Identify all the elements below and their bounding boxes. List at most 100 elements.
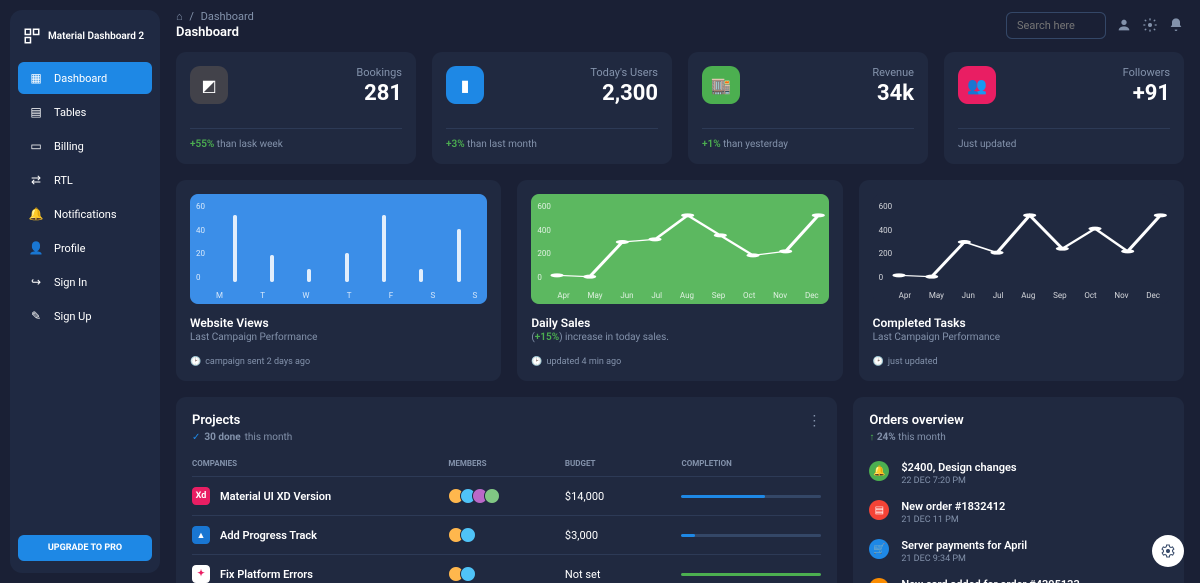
sidebar-item-label: Billing xyxy=(54,140,84,153)
main: ⌂ / Dashboard Dashboard ◩ Bookings 281 +… xyxy=(170,0,1200,583)
stat-icon: 👥 xyxy=(958,66,996,104)
stat-card-followers: 👥 Followers +91 Just updated xyxy=(944,52,1184,164)
budget-value: $14,000 xyxy=(565,490,682,503)
table-row[interactable]: Xd Material UI XD Version $14,000 xyxy=(192,476,821,515)
sidebar: Material Dashboard 2 ▦Dashboard▤Tables ▭ B… xyxy=(10,10,160,573)
timeline-icon: ▤ xyxy=(869,500,889,520)
brand[interactable]: Material Dashboard 2 xyxy=(18,22,152,50)
timeline-time: 21 DEC 9:34 PM xyxy=(901,554,1027,564)
chart-subtitle: (+15%) increase in today sales. xyxy=(531,332,828,343)
projects-done-count: 30 done xyxy=(204,432,240,443)
nav-icon: ▭ xyxy=(28,138,44,154)
search-input[interactable] xyxy=(1006,12,1106,39)
timeline-title: New order #1832412 xyxy=(901,500,1005,513)
more-icon[interactable]: ⋮ xyxy=(807,413,821,429)
clock-icon: 🕑 xyxy=(531,357,542,367)
timeline-item: 💳 New card added for order #4395133 20 D… xyxy=(869,578,1168,583)
timeline-icon: 💳 xyxy=(869,578,889,583)
timeline-item: ▤ New order #1832412 21 DEC 11 PM xyxy=(869,500,1168,525)
arrow-up-icon: ↑ xyxy=(869,432,874,443)
progress-bar xyxy=(681,495,821,498)
nav-icon: 👤 xyxy=(28,240,44,256)
stat-icon: ◩ xyxy=(190,66,228,104)
chart-card-daily-sales: 6004002000 AprMayJunJulAugSepOctNovDec D… xyxy=(517,180,842,381)
upgrade-button[interactable]: UPGRADE TO PRO xyxy=(18,535,152,561)
company-logo: Xd xyxy=(192,487,210,505)
company-name: Material UI XD Version xyxy=(220,490,331,503)
nav-icon: ↪ xyxy=(28,274,44,290)
chart-footer: 🕑 campaign sent 2 days ago xyxy=(190,357,487,367)
gear-icon[interactable] xyxy=(1142,17,1158,33)
chart-card-website-views: 6040200 MTWTFSS Website Views Last Campa… xyxy=(176,180,501,381)
orders-title: Orders overview xyxy=(869,413,1168,428)
chart-subtitle: Last Campaign Performance xyxy=(873,332,1170,343)
bell-icon[interactable] xyxy=(1168,17,1184,33)
progress-bar xyxy=(681,534,821,537)
sidebar-item-tables[interactable]: ▤Tables xyxy=(18,96,152,128)
chart-title: Website Views xyxy=(190,316,487,330)
timeline-title: $2400, Design changes xyxy=(901,461,1016,474)
account-icon[interactable] xyxy=(1116,17,1132,33)
avatar xyxy=(460,566,476,582)
stat-footer: +3% than last month xyxy=(446,128,658,150)
nav-icon: 🔔 xyxy=(28,206,44,222)
table-row[interactable]: ✦Fix Platform Errors Not set xyxy=(192,554,821,583)
company-name: Add Progress Track xyxy=(220,529,317,542)
sidebar-item-billing[interactable]: ▭ Billing xyxy=(18,130,152,162)
avatar xyxy=(484,488,500,504)
avatar xyxy=(460,527,476,543)
chart-card-completed-tasks: 6004002000 AprMayJunJulAugSepOctNovDec C… xyxy=(859,180,1184,381)
breadcrumb: ⌂ / Dashboard xyxy=(176,10,254,23)
chart-subtitle: Last Campaign Performance xyxy=(190,332,487,343)
sidebar-item-label: Tables xyxy=(54,106,86,119)
charts-row: 6040200 MTWTFSS Website Views Last Campa… xyxy=(176,180,1184,381)
members-avatars xyxy=(448,488,565,504)
projects-title: Projects xyxy=(192,413,292,428)
nav-icon: ▦ xyxy=(28,70,44,86)
sidebar-item-label: Sign Up xyxy=(54,310,92,323)
sidebar-item-label: Notifications xyxy=(54,208,117,221)
stat-card-today-s-users: ▮ Today's Users 2,300 +3% than last mont… xyxy=(432,52,672,164)
sidebar-item-label: RTL xyxy=(54,174,73,187)
settings-fab[interactable] xyxy=(1152,535,1184,567)
company-logo: ✦ xyxy=(192,565,210,583)
chart-canvas: 6040200 MTWTFSS xyxy=(190,194,487,304)
nav-icon: ⇄ xyxy=(28,172,44,188)
timeline-title: New card added for order #4395133 xyxy=(901,578,1079,583)
progress-bar xyxy=(681,573,821,576)
sidebar-item-dashboard[interactable]: ▦Dashboard xyxy=(18,62,152,94)
timeline-time: 22 DEC 7:20 PM xyxy=(901,476,1016,486)
stats-row: ◩ Bookings 281 +55% than lask week▮ Toda… xyxy=(176,52,1184,164)
stat-footer: +55% than lask week xyxy=(190,128,402,150)
breadcrumb-current[interactable]: Dashboard xyxy=(201,10,254,23)
members-avatars xyxy=(448,527,565,543)
timeline-icon: 🛒 xyxy=(869,539,889,559)
brand-icon xyxy=(22,26,42,46)
projects-card: Projects ✓ 30 done this month ⋮ COMPANIE… xyxy=(176,397,837,583)
chart-title: Daily Sales xyxy=(531,316,828,330)
members-avatars xyxy=(448,566,565,582)
timeline-item: 🔔 $2400, Design changes 22 DEC 7:20 PM xyxy=(869,461,1168,486)
sidebar-item-profile[interactable]: 👤 Profile xyxy=(18,232,152,264)
table-row[interactable]: ▲Add Progress Track $3,000 xyxy=(192,515,821,554)
chart-title: Completed Tasks xyxy=(873,316,1170,330)
timeline-time: 21 DEC 11 PM xyxy=(901,515,1005,525)
home-icon[interactable]: ⌂ xyxy=(176,10,183,23)
stat-footer: +1% than yesterday xyxy=(702,128,914,150)
chart-footer: 🕑 just updated xyxy=(873,357,1170,367)
stat-card-bookings: ◩ Bookings 281 +55% than lask week xyxy=(176,52,416,164)
stat-icon: 🏬 xyxy=(702,66,740,104)
chart-canvas: 6004002000 AprMayJunJulAugSepOctNovDec xyxy=(531,194,828,304)
sidebar-item-sign-in[interactable]: ↪ Sign In xyxy=(18,266,152,298)
clock-icon: 🕑 xyxy=(873,357,884,367)
sidebar-item-notifications[interactable]: 🔔 Notifications xyxy=(18,198,152,230)
budget-value: Not set xyxy=(565,568,682,581)
sidebar-item-label: Sign In xyxy=(54,276,87,289)
nav-icon: ✎ xyxy=(28,308,44,324)
sidebar-item-sign-up[interactable]: ✎ Sign Up xyxy=(18,300,152,332)
timeline-title: Server payments for April xyxy=(901,539,1027,552)
sidebar-item-rtl[interactable]: ⇄ RTL xyxy=(18,164,152,196)
page-title: Dashboard xyxy=(176,25,254,40)
stat-card-revenue: 🏬 Revenue 34k +1% than yesterday xyxy=(688,52,928,164)
sidebar-item-label: Profile xyxy=(54,242,85,255)
